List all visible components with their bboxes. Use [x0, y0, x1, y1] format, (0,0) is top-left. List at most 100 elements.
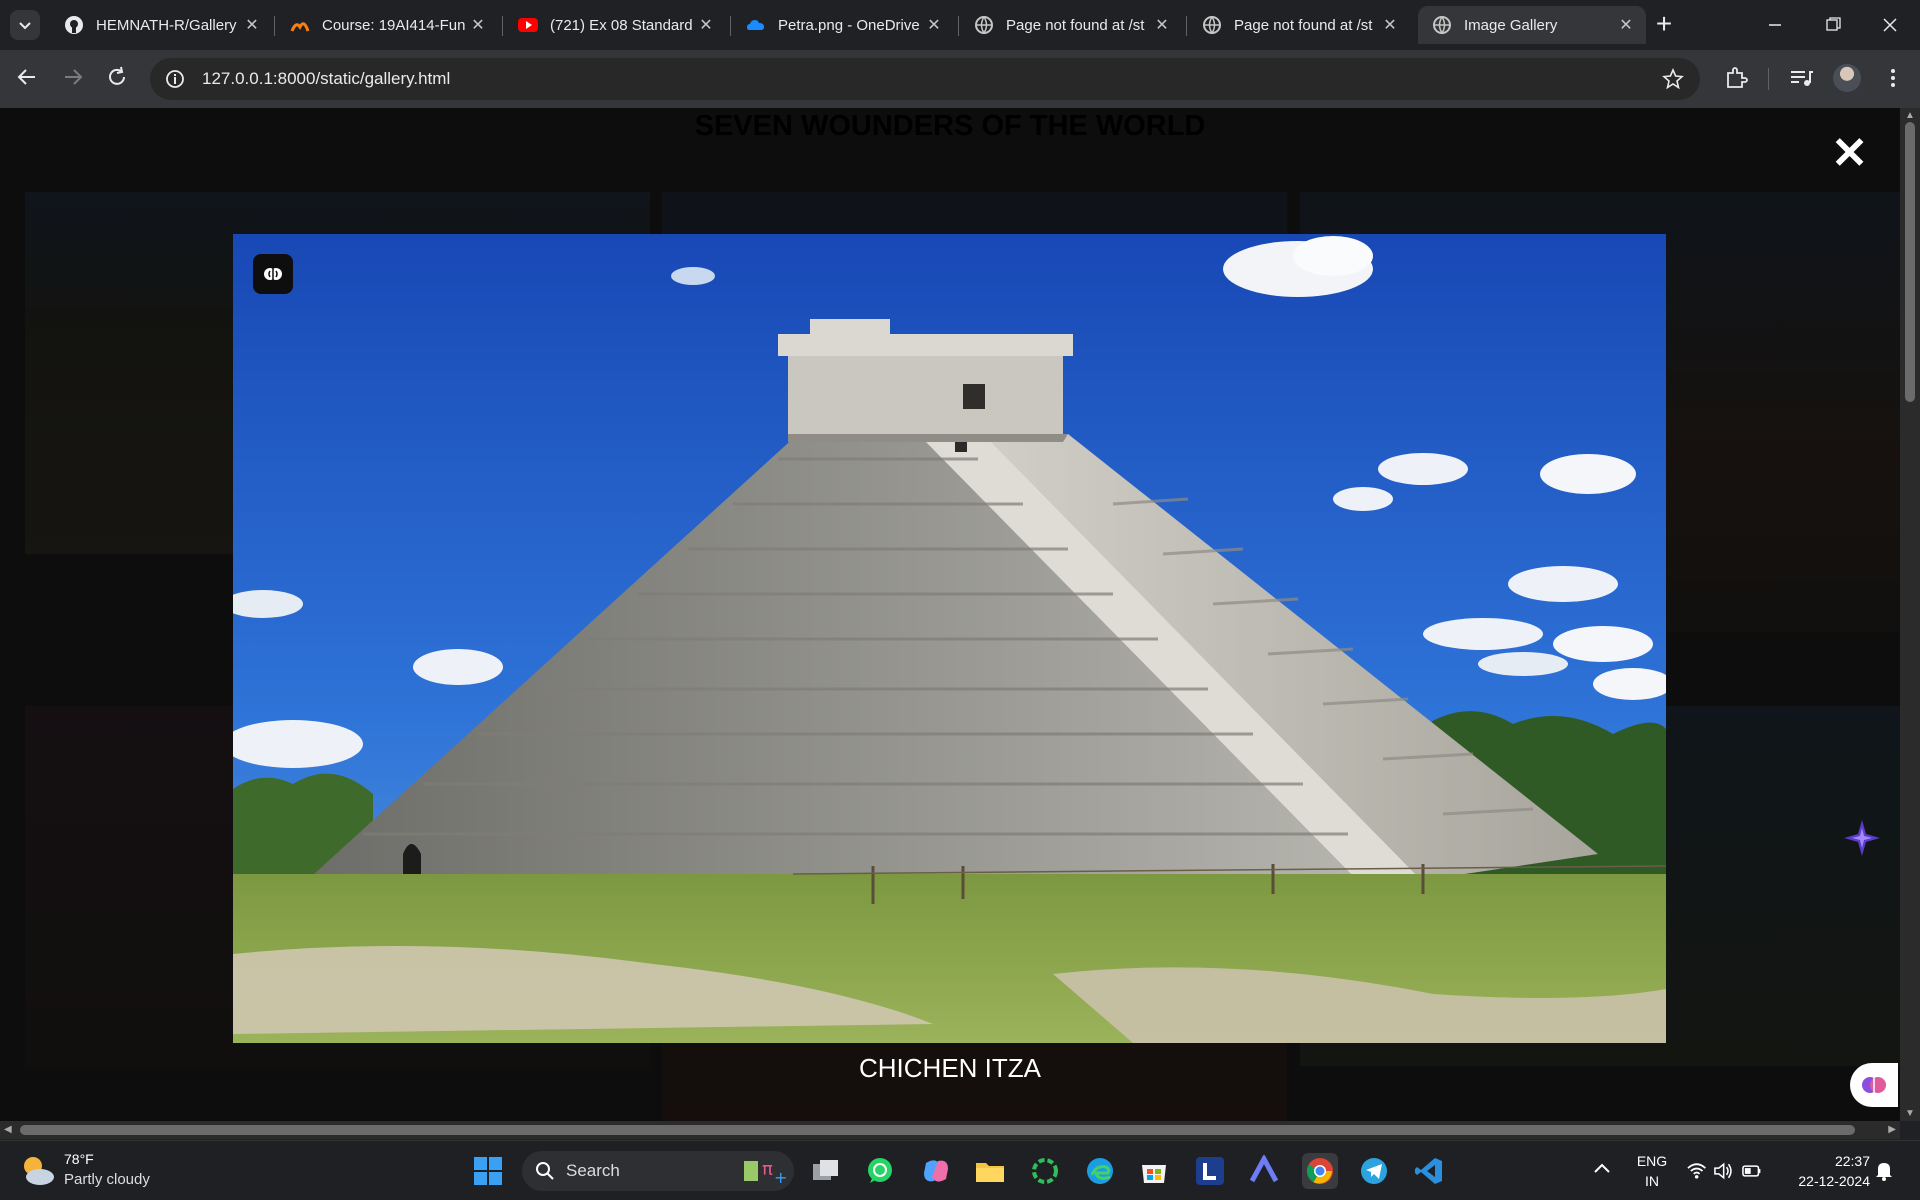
minimize-icon	[1769, 24, 1781, 26]
arrow-left-icon	[17, 69, 35, 85]
media-control-button[interactable]	[1788, 65, 1814, 97]
tab-course[interactable]: Course: 19AI414-Fun ✕	[276, 6, 498, 44]
weather-widget[interactable]: 78°F Partly cloudy	[18, 1147, 208, 1195]
vertical-scrollbar[interactable]: ▲ ▼	[1900, 108, 1920, 1121]
forward-button[interactable]	[60, 64, 86, 96]
site-info-icon[interactable]	[164, 68, 186, 90]
modal-image-chichen-itza	[233, 234, 1666, 1043]
tab-search-button[interactable]	[10, 10, 40, 40]
profile-avatar[interactable]	[1833, 64, 1861, 92]
show-hidden-icons-button[interactable]	[1590, 1157, 1614, 1181]
vscode-app[interactable]	[1411, 1153, 1447, 1189]
arc-app[interactable]	[1246, 1153, 1282, 1189]
ai-assistant-button[interactable]	[253, 254, 293, 294]
start-button[interactable]	[470, 1153, 506, 1189]
scroll-right-arrow[interactable]: ▶	[1888, 1124, 1896, 1135]
edge-icon	[1087, 1158, 1113, 1184]
hscroll-thumb[interactable]	[20, 1125, 1855, 1135]
close-tab-icon[interactable]: ✕	[924, 15, 944, 35]
close-icon	[1883, 18, 1897, 32]
scroll-down-arrow[interactable]: ▼	[1905, 1108, 1915, 1119]
scroll-thumb[interactable]	[1905, 122, 1915, 402]
horizontal-scrollbar[interactable]: ◀ ▶	[0, 1121, 1900, 1139]
region-code: IN	[1645, 1173, 1659, 1189]
tab-page-not-found-1[interactable]: Page not found at /st ✕	[960, 6, 1182, 44]
edge-app[interactable]	[1082, 1153, 1118, 1189]
tab-onedrive[interactable]: Petra.png - OneDrive ✕	[732, 6, 954, 44]
clock-time: 22:37	[1834, 1153, 1870, 1169]
globe-icon	[1202, 15, 1222, 35]
telegram-app[interactable]	[1356, 1153, 1392, 1189]
new-tab-button[interactable]: +	[1648, 8, 1680, 40]
close-tab-icon[interactable]: ✕	[1380, 15, 1400, 35]
kebab-menu-icon	[1891, 69, 1895, 87]
modal-close-button[interactable]: ✕	[1831, 128, 1868, 179]
language-code: ENG	[1636, 1153, 1668, 1169]
tab-divider	[502, 16, 503, 36]
extensions-button[interactable]	[1724, 65, 1750, 97]
microsoft-store-app[interactable]	[1136, 1153, 1172, 1189]
reload-button[interactable]	[104, 64, 130, 96]
close-tab-icon[interactable]: ✕	[1616, 15, 1636, 35]
calculator-icon: π +	[744, 1159, 786, 1185]
close-tab-icon[interactable]: ✕	[468, 15, 488, 35]
bell-icon	[1876, 1163, 1892, 1181]
search-label: Search	[566, 1161, 620, 1180]
chevron-down-icon	[19, 22, 31, 30]
address-bar[interactable]: 127.0.0.1:8000/static/gallery.html	[150, 58, 1700, 100]
whatsapp-app[interactable]	[862, 1153, 898, 1189]
system-tray-quick-settings[interactable]	[1686, 1159, 1762, 1183]
modal-caption: CHICHEN ITZA	[859, 1053, 1041, 1083]
scroll-left-arrow[interactable]: ◀	[4, 1124, 12, 1135]
weather-desc: Partly cloudy	[64, 1171, 150, 1188]
tab-title: Course: 19AI414-Fun	[322, 16, 466, 34]
close-window-button[interactable]	[1870, 12, 1910, 38]
tab-image-gallery[interactable]: Image Gallery ✕	[1418, 6, 1646, 44]
green-ring-app[interactable]	[1027, 1153, 1063, 1189]
page-viewport: SEVEN WOUNDERS OF THE WORLD ✕	[0, 108, 1900, 1121]
tab-title: Page not found at /st	[1006, 16, 1145, 34]
toolbar-divider	[1768, 68, 1769, 90]
taskbar-search[interactable]: Search π +	[522, 1151, 794, 1191]
minimize-button[interactable]	[1755, 12, 1795, 38]
menu-button[interactable]	[1880, 65, 1906, 97]
notifications-button[interactable]	[1874, 1159, 1896, 1183]
arrow-right-icon	[65, 69, 83, 85]
tab-divider	[274, 16, 275, 36]
chrome-app[interactable]	[1302, 1153, 1338, 1189]
arc-icon	[1249, 1155, 1279, 1183]
brain-icon	[1862, 1077, 1886, 1093]
battery-icon	[1741, 1165, 1761, 1177]
language-indicator[interactable]: ENG IN	[1632, 1151, 1672, 1191]
back-button[interactable]	[14, 64, 40, 96]
bookmark-star-icon[interactable]	[1662, 67, 1684, 95]
close-tab-icon[interactable]: ✕	[696, 15, 716, 35]
ring-icon	[1032, 1158, 1058, 1184]
tab-divider	[730, 16, 731, 36]
telegram-icon	[1361, 1158, 1387, 1184]
scroll-up-arrow[interactable]: ▲	[1905, 110, 1915, 121]
chrome-icon	[1306, 1158, 1333, 1184]
copilot-icon	[924, 1160, 948, 1182]
copilot-app[interactable]	[918, 1153, 954, 1189]
tab-github[interactable]: HEMNATH-R/Gallery ✕	[50, 6, 272, 44]
close-tab-icon[interactable]: ✕	[242, 15, 262, 35]
tab-page-not-found-2[interactable]: Page not found at /st ✕	[1188, 6, 1410, 44]
globe-icon	[1432, 15, 1452, 35]
url-text: 127.0.0.1:8000/static/gallery.html	[202, 69, 451, 88]
restore-button[interactable]	[1813, 12, 1853, 38]
tab-title: Petra.png - OneDrive	[778, 16, 920, 34]
chichen-itza-photo	[233, 234, 1666, 1043]
brain-icon	[264, 268, 282, 280]
sparkle-button[interactable]	[1842, 818, 1882, 858]
floating-ai-widget[interactable]	[1850, 1063, 1898, 1107]
file-explorer-app[interactable]	[972, 1153, 1008, 1189]
speaker-icon	[1714, 1162, 1733, 1180]
vscode-icon	[1415, 1158, 1442, 1184]
tab-youtube[interactable]: (721) Ex 08 Standard ✕	[504, 6, 726, 44]
task-view-button[interactable]	[808, 1153, 844, 1189]
l-app[interactable]	[1192, 1153, 1228, 1189]
puzzle-icon	[1727, 67, 1748, 88]
clock[interactable]: 22:37 22-12-2024	[1778, 1151, 1870, 1191]
close-tab-icon[interactable]: ✕	[1152, 15, 1172, 35]
